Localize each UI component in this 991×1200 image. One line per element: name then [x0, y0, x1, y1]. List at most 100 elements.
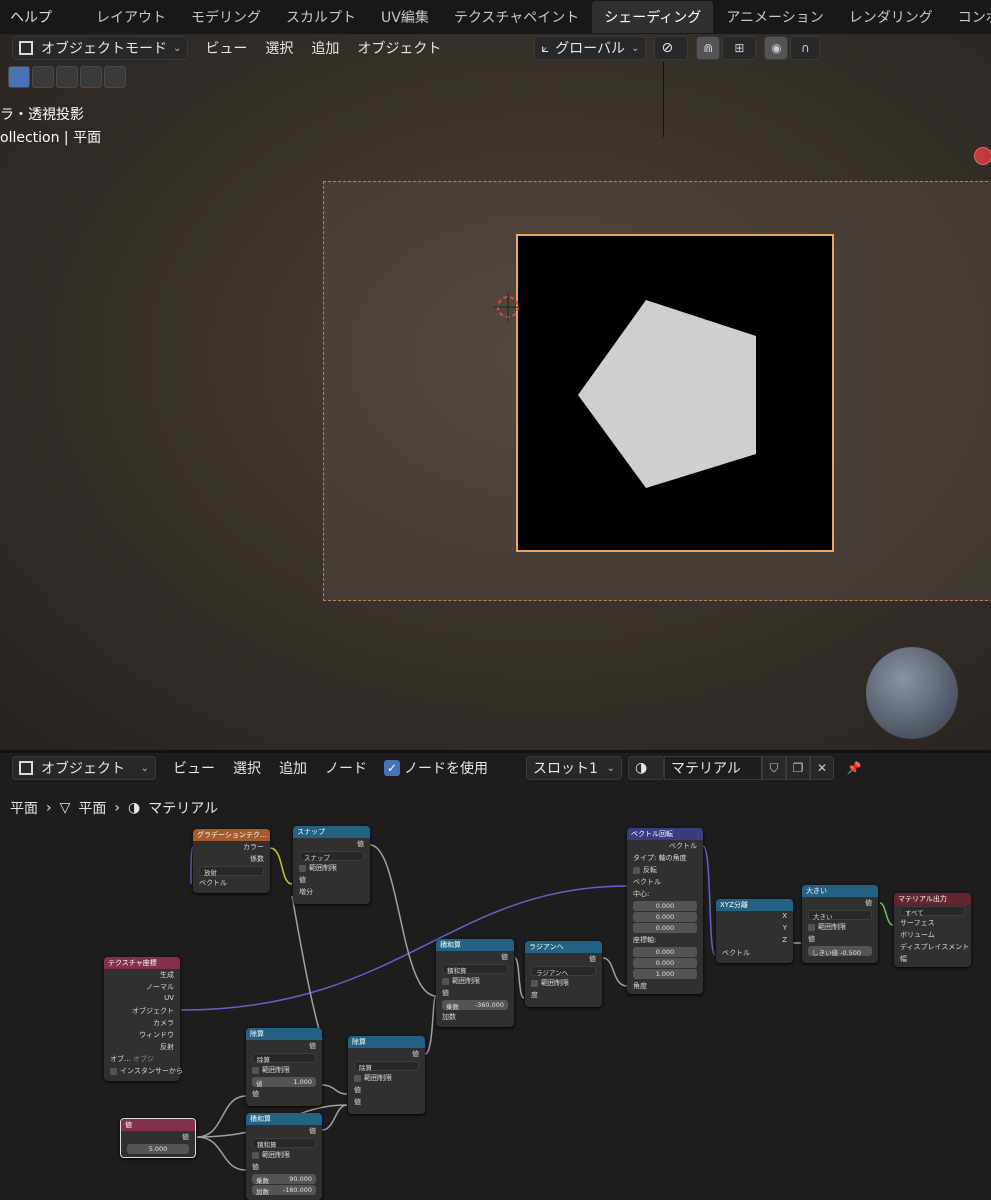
menu-add[interactable]: 追加	[302, 38, 348, 58]
multiplier-field[interactable]: 乗数 -360.000	[442, 1000, 508, 1011]
material-browse-button[interactable]: ◑	[628, 756, 664, 780]
clamp-checkbox[interactable]: 範囲制限	[802, 921, 878, 933]
value-node[interactable]: 値 値 5.000	[120, 1118, 196, 1158]
axis-z-field[interactable]: 1.000	[633, 969, 697, 979]
select-box-icon[interactable]	[8, 66, 30, 88]
falloff-icon[interactable]: ∩	[790, 36, 821, 60]
snap-target-icon[interactable]: ⊞	[722, 36, 757, 60]
pivot-point-dropdown[interactable]: ⊘	[654, 36, 689, 60]
node-header[interactable]: ベクトル回転	[627, 828, 703, 840]
snap-math-node[interactable]: スナップ 値 スナップ 範囲制限 値 増分	[293, 826, 370, 904]
tab-texture-paint[interactable]: テクスチャペイント	[442, 1, 591, 33]
node-header[interactable]: スナップ	[293, 826, 370, 838]
menu-view[interactable]: ビュー	[164, 758, 224, 778]
center-x-field[interactable]: 0.000	[633, 901, 697, 911]
menu-object[interactable]: オブジェクト	[348, 38, 450, 58]
shader-type-dropdown[interactable]: オブジェクト ⌄	[12, 756, 156, 780]
menu-view[interactable]: ビュー	[196, 38, 256, 58]
node-header[interactable]: テクスチャ座標	[104, 957, 180, 969]
unlink-material-icon[interactable]: ✕	[810, 756, 834, 780]
fake-user-shield-icon[interactable]: ⛉	[762, 756, 786, 780]
select-extend-icon[interactable]	[32, 66, 54, 88]
from-instancer-checkbox[interactable]: インスタンサーから	[104, 1065, 183, 1077]
object-mode-dropdown[interactable]: オブジェクトモード ⌄	[12, 36, 189, 60]
navigation-gizmo-icon[interactable]	[974, 147, 991, 165]
tab-layout[interactable]: レイアウト	[84, 1, 178, 33]
value-field[interactable]: 5.000	[127, 1144, 189, 1154]
checkbox[interactable]	[299, 864, 306, 872]
tab-uv-editing[interactable]: UV編集	[369, 1, 441, 33]
tab-sculpt[interactable]: スカルプト	[274, 1, 368, 33]
3d-cursor-icon[interactable]	[494, 293, 522, 321]
center-y-field[interactable]: 0.000	[633, 912, 697, 922]
clamp-checkbox[interactable]: 範囲制限	[246, 1064, 322, 1076]
duplicate-material-icon[interactable]: ❐	[786, 756, 810, 780]
separate-xyz-node[interactable]: XYZ分離 X Y Z ベクトル	[716, 899, 793, 963]
tab-compositing[interactable]: コンポ	[946, 1, 991, 33]
menu-add[interactable]: 追加	[270, 758, 316, 778]
clamp-checkbox[interactable]: 範囲制限	[348, 1072, 425, 1084]
checkbox[interactable]	[252, 1066, 259, 1074]
node-header[interactable]: 積和算	[436, 939, 514, 951]
transform-orientation-dropdown[interactable]: ⟀ グローバル ⌄	[534, 36, 647, 60]
tab-modeling[interactable]: モデリング	[179, 1, 273, 33]
to-radians-math-node[interactable]: ラジアンへ 値 ラジアンへ 範囲制限 度	[525, 941, 602, 1007]
node-header[interactable]: 値	[121, 1119, 195, 1131]
axis-x-field[interactable]: 0.000	[633, 947, 697, 957]
menu-select[interactable]: 選択	[224, 758, 270, 778]
addend-field[interactable]: 加数 -180.000	[252, 1185, 316, 1196]
clamp-checkbox[interactable]: 範囲制限	[293, 862, 370, 874]
center-z-field[interactable]: 0.000	[633, 923, 697, 933]
node-header[interactable]: マテリアル出力	[894, 893, 971, 905]
menu-select[interactable]: 選択	[256, 38, 302, 58]
help-menu[interactable]: ヘルプ	[0, 7, 62, 27]
checkbox[interactable]	[354, 1074, 361, 1082]
node-header[interactable]: 大きい	[802, 885, 878, 897]
checkbox[interactable]	[252, 1151, 259, 1159]
tab-rendering[interactable]: レンダリング	[837, 1, 945, 33]
value-field[interactable]: 値 1.000	[252, 1077, 316, 1088]
plane-object[interactable]	[516, 234, 834, 552]
type-select[interactable]: タイプ: 軸の角度	[627, 852, 703, 864]
select-intersect-icon[interactable]	[104, 66, 126, 88]
operation-select[interactable]: 除算	[252, 1053, 316, 1064]
threshold-field[interactable]: しきい値 -0.500	[808, 946, 872, 957]
operation-select[interactable]: スナップ	[299, 851, 364, 862]
node-header[interactable]: XYZ分離	[716, 899, 793, 911]
proportional-edit-icon[interactable]: ◉	[764, 36, 789, 60]
checkbox[interactable]	[531, 979, 538, 987]
select-invert-icon[interactable]	[80, 66, 102, 88]
checkbox[interactable]	[808, 923, 815, 931]
checkbox[interactable]	[442, 977, 449, 985]
node-header[interactable]: 除算	[348, 1036, 425, 1048]
multiply-add-math-node-1[interactable]: 積和算 値 積和算 範囲制限 値 乗数 90.000 加数 -180.000	[246, 1113, 322, 1200]
invert-checkbox[interactable]: 反転	[627, 864, 703, 876]
snap-toggle-icon[interactable]: ⋒	[696, 36, 721, 60]
gradient-type-select[interactable]: 放射	[199, 866, 264, 877]
clamp-checkbox[interactable]: 範囲制限	[246, 1149, 322, 1161]
node-header[interactable]: 除算	[246, 1028, 322, 1040]
multiplier-field[interactable]: 乗数 90.000	[252, 1174, 316, 1185]
checkbox[interactable]	[633, 866, 640, 874]
multiply-add-math-node-2[interactable]: 積和算 値 積和算 範囲制限 値 乗数 -360.000 加数	[436, 939, 514, 1027]
menu-node[interactable]: ノード	[316, 758, 376, 778]
material-name-field[interactable]: マテリアル	[664, 756, 762, 780]
node-header[interactable]: 積和算	[246, 1113, 322, 1125]
tab-animation[interactable]: アニメーション	[714, 1, 835, 33]
clamp-checkbox[interactable]: 範囲制限	[436, 975, 514, 987]
slot-dropdown[interactable]: スロット1 ⌄	[526, 756, 622, 780]
greater-than-math-node[interactable]: 大きい 値 大きい 範囲制限 値 しきい値 -0.500	[802, 885, 878, 963]
vector-rotate-node[interactable]: ベクトル回転 ベクトル タイプ: 軸の角度 反転 ベクトル 中心: 0.000 …	[627, 828, 703, 994]
node-header[interactable]: ラジアンへ	[525, 941, 602, 953]
operation-select[interactable]: 積和算	[442, 964, 508, 975]
object-field[interactable]: オブ... オブジ	[104, 1053, 180, 1065]
3d-viewport[interactable]: ラ・透視投影 ollection | 平面	[0, 34, 991, 750]
axis-y-field[interactable]: 0.000	[633, 958, 697, 968]
tab-shading[interactable]: シェーディング	[592, 1, 714, 33]
type-value[interactable]: 軸の角度	[659, 854, 687, 862]
operation-select[interactable]: 除算	[354, 1061, 419, 1072]
node-header[interactable]: グラデーションテク...	[193, 829, 270, 841]
pin-icon[interactable]: 📌	[842, 756, 866, 780]
select-subtract-icon[interactable]	[56, 66, 78, 88]
use-nodes-checkbox[interactable]: ✓	[384, 760, 400, 776]
